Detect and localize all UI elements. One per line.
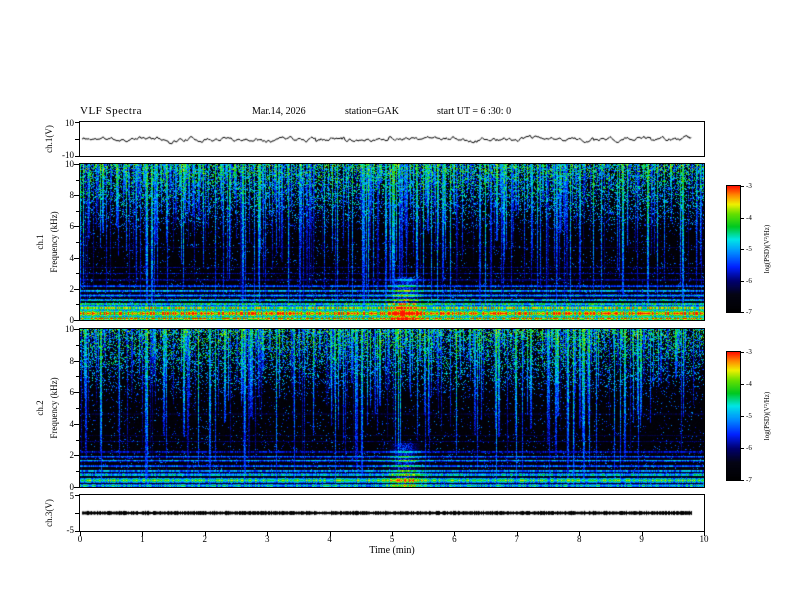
colorbar-tick-label: -3 bbox=[746, 348, 752, 356]
colorbar-tick-mark bbox=[741, 218, 744, 219]
y-tick-label: 6 bbox=[69, 221, 75, 232]
y-tick-mark bbox=[75, 122, 79, 123]
vlf-spectra-figure: VLF Spectra Mar.14, 2026 station=GAK sta… bbox=[0, 0, 792, 612]
colorbar-tick-label: -5 bbox=[746, 245, 752, 253]
colorbar-tick-label: -5 bbox=[746, 412, 752, 420]
y-tick-label: 8 bbox=[69, 355, 75, 366]
x-tick-mark bbox=[80, 532, 81, 536]
ch1-spectrogram-canvas bbox=[80, 164, 704, 320]
y-tick-mark bbox=[76, 408, 79, 409]
ch3-waveform-canvas bbox=[80, 495, 704, 531]
x-tick-mark bbox=[267, 532, 268, 536]
y-tick-mark bbox=[75, 139, 79, 140]
colorbar-tick-mark bbox=[741, 352, 744, 353]
y-tick-mark bbox=[76, 273, 79, 274]
y-tick-label: 10 bbox=[65, 324, 74, 334]
y-tick-mark bbox=[74, 195, 79, 196]
colorbar-tick-label: -7 bbox=[746, 308, 752, 316]
x-tick-mark bbox=[454, 532, 455, 536]
y-tick-mark bbox=[74, 226, 79, 227]
y-tick-label: 10 bbox=[65, 159, 74, 169]
y-tick-mark bbox=[74, 258, 79, 259]
colorbar-tick-mark bbox=[741, 186, 744, 187]
ch1-channel-label: ch.1 bbox=[35, 234, 45, 250]
y-tick-label: 5 bbox=[69, 491, 75, 501]
y-tick-mark bbox=[76, 211, 79, 212]
y-tick-label: 10 bbox=[65, 118, 74, 128]
y-tick-mark bbox=[75, 531, 79, 532]
y-tick-mark bbox=[74, 455, 79, 456]
colorbar-tick-mark bbox=[741, 448, 744, 449]
colorbar-tick-mark bbox=[741, 281, 744, 282]
y-tick-mark bbox=[74, 487, 79, 488]
y-tick-label: 2 bbox=[69, 450, 75, 461]
ch2-colorbar-gradient bbox=[727, 352, 740, 480]
y-tick-mark bbox=[76, 471, 79, 472]
ch3-voltage-axis-label: ch.3(V) bbox=[44, 499, 54, 527]
x-tick-mark bbox=[704, 532, 705, 536]
x-tick-mark bbox=[579, 532, 580, 536]
y-tick-mark bbox=[75, 495, 79, 496]
colorbar-tick-mark bbox=[741, 384, 744, 385]
ch3-waveform-panel bbox=[79, 494, 705, 532]
y-tick-mark bbox=[74, 392, 79, 393]
colorbar-tick-mark bbox=[741, 480, 744, 481]
colorbar-tick-mark bbox=[741, 249, 744, 250]
y-tick-mark bbox=[74, 289, 79, 290]
title-start-ut: start UT = 6 :30: 0 bbox=[437, 106, 512, 117]
ch1-waveform-canvas bbox=[80, 122, 704, 156]
colorbar-tick-label: -4 bbox=[746, 214, 752, 222]
ch1-waveform-panel bbox=[79, 121, 705, 157]
ch1-colorbar bbox=[726, 185, 741, 313]
colorbar-tick-label: -6 bbox=[746, 444, 752, 452]
colorbar-tick-mark bbox=[741, 416, 744, 417]
y-tick-mark bbox=[75, 156, 79, 157]
ch1-colorbar-label: log(PSD)(V²/Hz) bbox=[763, 224, 771, 274]
ch2-spectrogram-panel bbox=[79, 328, 705, 488]
y-tick-label: 6 bbox=[69, 387, 75, 398]
x-tick-mark bbox=[517, 532, 518, 536]
title-date: Mar.14, 2026 bbox=[252, 106, 306, 117]
x-tick-mark bbox=[642, 532, 643, 536]
y-tick-label: 4 bbox=[69, 418, 75, 429]
ch2-colorbar-label: log(PSD)(V²/Hz) bbox=[763, 391, 771, 441]
ch1-spectrogram-panel bbox=[79, 163, 705, 321]
y-tick-mark bbox=[76, 376, 79, 377]
y-tick-mark bbox=[74, 164, 79, 165]
colorbar-tick-label: -6 bbox=[746, 277, 752, 285]
y-tick-label: 2 bbox=[69, 283, 75, 294]
y-tick-mark bbox=[76, 242, 79, 243]
page-title: VLF Spectra bbox=[80, 105, 143, 117]
colorbar-tick-label: -4 bbox=[746, 380, 752, 388]
y-tick-mark bbox=[74, 320, 79, 321]
y-tick-mark bbox=[75, 513, 79, 514]
x-tick-mark bbox=[205, 532, 206, 536]
y-tick-label: 4 bbox=[69, 252, 75, 263]
ch1-colorbar-gradient bbox=[727, 186, 740, 312]
y-tick-mark bbox=[74, 361, 79, 362]
colorbar-tick-label: -3 bbox=[746, 182, 752, 190]
ch2-channel-label: ch.2 bbox=[35, 400, 45, 416]
y-tick-label: -5 bbox=[66, 525, 75, 535]
y-tick-mark bbox=[76, 180, 79, 181]
time-axis-label: Time (min) bbox=[369, 545, 415, 556]
colorbar-tick-label: -7 bbox=[746, 476, 752, 484]
ch2-spectrogram-canvas bbox=[80, 329, 704, 487]
y-tick-mark bbox=[74, 329, 79, 330]
ch2-colorbar bbox=[726, 351, 741, 481]
y-tick-mark bbox=[76, 440, 79, 441]
x-tick-mark bbox=[142, 532, 143, 536]
y-tick-label: -10 bbox=[62, 150, 74, 160]
x-tick-mark bbox=[330, 532, 331, 536]
y-tick-mark bbox=[74, 424, 79, 425]
x-tick-mark bbox=[392, 532, 393, 536]
ch1-voltage-axis-label: ch.1(V) bbox=[44, 125, 54, 153]
y-tick-mark bbox=[76, 304, 79, 305]
y-tick-mark bbox=[76, 345, 79, 346]
y-tick-label: 8 bbox=[69, 190, 75, 201]
colorbar-tick-mark bbox=[741, 312, 744, 313]
title-station: station=GAK bbox=[345, 106, 399, 117]
